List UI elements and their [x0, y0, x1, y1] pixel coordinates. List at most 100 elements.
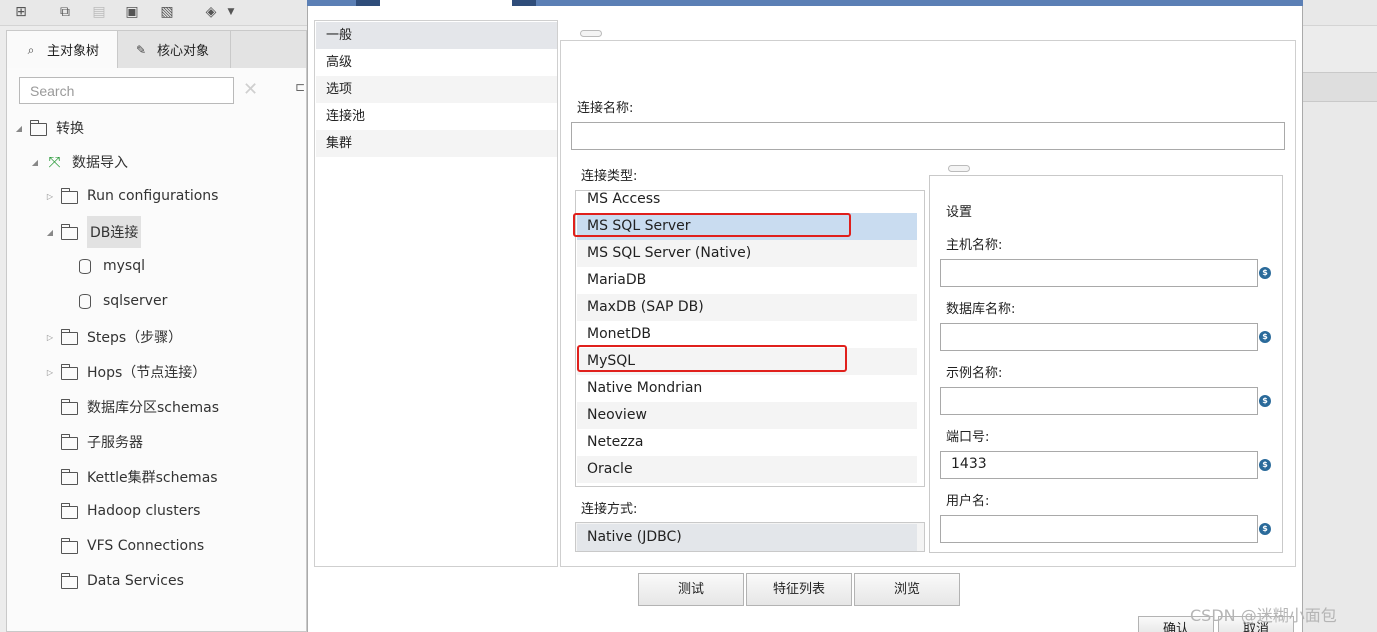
variable-icon[interactable]: $: [1259, 459, 1271, 471]
list-item[interactable]: Native Mondrian: [577, 375, 917, 402]
tree-node-steps[interactable]: ▷ Steps（步骤）: [45, 322, 182, 352]
list-item[interactable]: MariaDB: [577, 267, 917, 294]
folder-icon: [60, 187, 78, 204]
folder-icon: [29, 119, 47, 136]
tree-node-label: Steps（步骤）: [87, 330, 183, 346]
folder-icon: [60, 223, 78, 240]
tree-node-label: Hops（节点连接）: [87, 365, 207, 381]
username-label: 用户名:: [946, 494, 990, 509]
expand-arrow-icon[interactable]: ◢: [45, 228, 55, 237]
tree-node-vfs-connections[interactable]: VFS Connections: [60, 531, 204, 561]
tab-core-objects[interactable]: ✎ 核心对象: [119, 31, 231, 68]
search-input[interactable]: [19, 77, 234, 104]
tree-node-run-configurations[interactable]: ▷ Run configurations: [45, 181, 218, 211]
instance-name-input[interactable]: [940, 387, 1258, 415]
list-item[interactable]: Oracle: [577, 456, 917, 483]
tree-node-cluster-schemas[interactable]: Kettle集群schemas: [60, 462, 218, 492]
list-item[interactable]: Neoview: [577, 402, 917, 429]
list-item[interactable]: MS SQL Server (Native): [577, 240, 917, 267]
nav-item-clustering[interactable]: 集群: [316, 130, 557, 157]
list-item[interactable]: MS Access: [577, 191, 917, 213]
nav-item-options[interactable]: 选项: [316, 76, 557, 103]
variable-icon[interactable]: $: [1259, 267, 1271, 279]
collapse-handle[interactable]: [948, 165, 970, 172]
host-name-input[interactable]: [940, 259, 1258, 287]
tree-node-data-services[interactable]: Data Services: [60, 566, 184, 596]
database-name-label: 数据库名称:: [946, 302, 1016, 317]
expand-arrow-icon[interactable]: ▷: [45, 333, 55, 342]
tree-node-label: Data Services: [87, 573, 184, 589]
tree-node-label: DB连接: [87, 216, 142, 248]
transformation-icon: ⤧: [48, 153, 61, 171]
tree-node-label: Kettle集群schemas: [87, 470, 218, 486]
port-input[interactable]: 1433: [940, 451, 1258, 479]
dialog-active-tab[interactable]: [380, 0, 512, 6]
connection-name-input[interactable]: [571, 122, 1285, 150]
tree-node-label: Run configurations: [87, 188, 219, 204]
variable-icon[interactable]: $: [1259, 331, 1271, 343]
title-bar-segment: [356, 0, 380, 6]
tab-label: 主对象树: [47, 44, 100, 59]
tree-node-sqlserver[interactable]: sqlserver: [79, 286, 167, 316]
folder-icon: [60, 398, 78, 415]
tree-node-label: 数据导入: [72, 155, 128, 171]
tree-node-hops[interactable]: ▷ Hops（节点连接）: [45, 357, 206, 387]
clear-search-icon[interactable]: ✕: [243, 79, 259, 101]
folder-icon: [60, 572, 78, 589]
list-item[interactable]: MaxDB (SAP DB): [577, 294, 917, 321]
layers-icon[interactable]: ◈: [202, 3, 220, 21]
nav-item-general[interactable]: 一般: [316, 22, 557, 49]
folder-icon: [60, 468, 78, 485]
expand-arrow-icon[interactable]: ▷: [45, 192, 55, 201]
folder-icon: [60, 328, 78, 345]
right-tab-strip: [1303, 72, 1377, 102]
list-item[interactable]: MonetDB: [577, 321, 917, 348]
list-item[interactable]: Netezza: [577, 429, 917, 456]
tree-node-hadoop-clusters[interactable]: Hadoop clusters: [60, 496, 201, 526]
expand-arrow-icon[interactable]: ◢: [30, 158, 40, 167]
dropdown-arrow-icon[interactable]: ▼: [226, 3, 236, 21]
test-button[interactable]: 测试: [638, 573, 744, 606]
tree-node-data-import[interactable]: ◢ ⤧ 数据导入: [30, 147, 128, 177]
connection-type-label: 连接类型:: [581, 169, 638, 184]
variable-icon[interactable]: $: [1259, 523, 1271, 535]
explore-icon[interactable]: ▤: [90, 3, 108, 21]
tree-node-slave-servers[interactable]: 子服务器: [60, 427, 143, 457]
expand-arrow-icon[interactable]: ◢: [14, 124, 24, 133]
expand-arrow-icon[interactable]: ▷: [45, 368, 55, 377]
access-method-list[interactable]: Native (JDBC): [575, 522, 925, 552]
tree-node-label: Hadoop clusters: [87, 503, 201, 519]
watermark: CSDN @迷糊小面包: [1190, 606, 1337, 625]
variable-icon[interactable]: $: [1259, 395, 1271, 407]
tree-node-label: 数据库分区schemas: [87, 400, 219, 416]
instance-name-label: 示例名称:: [946, 366, 1003, 381]
open-file-icon[interactable]: ⧉: [56, 3, 74, 21]
save-as-icon[interactable]: ▧: [158, 3, 176, 21]
tab-main-object-tree[interactable]: ⌕ 主对象树: [7, 31, 118, 68]
database-icon: [79, 258, 91, 274]
tree-node-db-connections[interactable]: ◢ DB连接: [45, 216, 142, 248]
username-input[interactable]: [940, 515, 1258, 543]
database-name-input[interactable]: [940, 323, 1258, 351]
tree-node-transform[interactable]: ◢ 转换: [14, 113, 84, 143]
new-file-icon[interactable]: ⊞: [12, 3, 30, 21]
tree-node-mysql[interactable]: mysql: [79, 251, 145, 281]
list-item-selected[interactable]: Native (JDBC): [577, 524, 917, 551]
tab-label: 核心对象: [157, 44, 210, 59]
nav-item-pooling[interactable]: 连接池: [316, 103, 557, 130]
tree-node-partition-schemas[interactable]: 数据库分区schemas: [60, 392, 219, 422]
nav-item-advanced[interactable]: 高级: [316, 49, 557, 76]
folder-icon: [60, 363, 78, 380]
tree-node-label: 子服务器: [87, 435, 143, 451]
host-name-label: 主机名称:: [946, 238, 1003, 253]
settings-title: 设置: [946, 205, 973, 220]
tree-node-label: sqlserver: [103, 293, 168, 309]
collapse-all-icon[interactable]: ⊏: [295, 80, 307, 98]
highlight-box-mysql: [577, 345, 847, 372]
save-icon[interactable]: ▣: [123, 3, 141, 21]
port-label: 端口号:: [946, 430, 990, 445]
collapse-handle[interactable]: [580, 30, 602, 37]
feature-list-button[interactable]: 特征列表: [746, 573, 852, 606]
access-method-label: 连接方式:: [581, 502, 638, 517]
explore-button[interactable]: 浏览: [854, 573, 960, 606]
